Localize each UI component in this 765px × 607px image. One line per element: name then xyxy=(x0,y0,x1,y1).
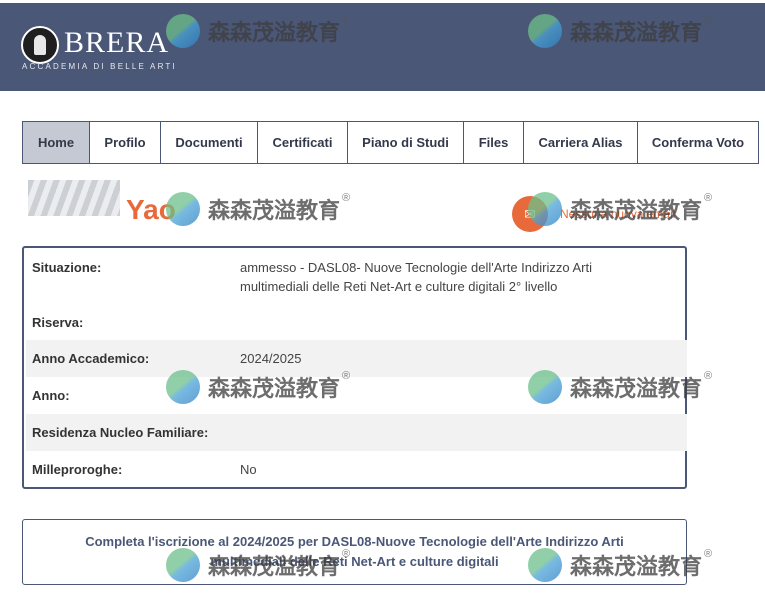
brand-logo: Yao xyxy=(28,176,198,225)
tab-profilo[interactable]: Profilo xyxy=(89,121,161,164)
blurred-logo-image xyxy=(28,180,120,216)
tab-conferma-voto[interactable]: Conferma Voto xyxy=(637,121,759,164)
info-label: Anno: xyxy=(32,388,70,403)
tab-home[interactable]: Home xyxy=(22,121,90,164)
tab-piano-di-studi[interactable]: Piano di Studi xyxy=(347,121,464,164)
info-label: Situazione: xyxy=(32,260,102,275)
logo-subtitle: ACCADEMIA DI BELLE ARTI xyxy=(22,62,177,71)
main-nav: Home Profilo Documenti Certificati Piano… xyxy=(22,121,759,164)
tab-carriera-alias[interactable]: Carriera Alias xyxy=(523,121,638,164)
envelope-icon[interactable]: ✉ xyxy=(512,196,548,232)
info-row-anno-accademico: Anno Accademico: 2024/2025 xyxy=(26,340,687,377)
site-header: BRERA ACCADEMIA DI BELLE ARTI xyxy=(0,0,765,91)
brera-emblem-icon[interactable] xyxy=(21,26,59,64)
logo-wordmark[interactable]: BRERA xyxy=(64,28,169,58)
watermark-text: 森森茂溢教育 xyxy=(208,199,341,224)
watermark-reg: ® xyxy=(342,192,351,204)
info-label: Residenza Nucleo Familiare: xyxy=(32,425,209,440)
info-row-anno: Anno: xyxy=(26,377,687,414)
watermark-reg: ® xyxy=(704,370,713,382)
watermark-reg: ® xyxy=(704,192,713,204)
info-row-residenza: Residenza Nucleo Familiare: xyxy=(26,414,687,451)
info-row-situazione: Situazione: ammesso - DASL08- Nuove Tecn… xyxy=(26,256,687,304)
info-value: No xyxy=(240,461,257,477)
info-value: ammesso - DASL08- Nuove Tecnologie dell'… xyxy=(240,260,592,294)
tab-certificati[interactable]: Certificati xyxy=(257,121,348,164)
info-row-riserva: Riserva: xyxy=(26,304,687,340)
enrollment-info-panel: Situazione: ammesso - DASL08- Nuove Tecn… xyxy=(22,246,687,489)
info-label: Riserva: xyxy=(32,314,84,330)
watermark-reg: ® xyxy=(704,548,713,560)
info-label: Milleproroghe: xyxy=(32,461,123,477)
tab-files[interactable]: Files xyxy=(463,121,524,164)
info-value: 2024/2025 xyxy=(240,351,302,366)
complete-enrollment-label: Completa l'iscrizione al 2024/2025 per D… xyxy=(85,534,624,569)
mail-status-link[interactable]: Nessuna nuova email xyxy=(560,207,675,221)
info-row-milleproroghe: Milleproroghe: No xyxy=(26,451,687,487)
brand-logo-text: Yao xyxy=(126,194,176,225)
info-label: Anno Accademico: xyxy=(32,351,150,366)
tab-documenti[interactable]: Documenti xyxy=(160,121,258,164)
header-top-divider xyxy=(0,0,765,3)
complete-enrollment-button[interactable]: Completa l'iscrizione al 2024/2025 per D… xyxy=(22,519,687,585)
